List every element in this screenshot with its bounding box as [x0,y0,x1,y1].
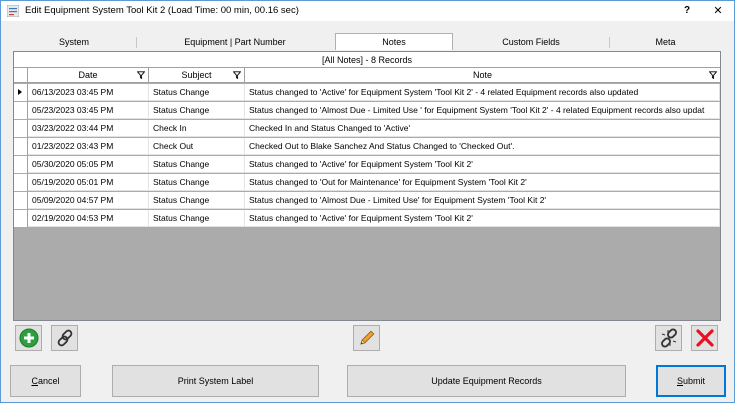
grid-caption: [All Notes] - 8 Records [14,52,720,68]
tab-notes[interactable]: Notes [335,33,453,50]
column-header-date[interactable]: Date [28,68,149,82]
edit-note-button[interactable] [353,325,380,351]
cell-subject: Check In [149,120,245,137]
row-header[interactable] [14,84,28,101]
cell-note: Status changed to 'Out for Maintenance' … [245,174,720,191]
cell-note: Status changed to 'Active' for Equipment… [245,156,720,173]
cell-date: 02/19/2020 04:53 PM [28,210,149,227]
column-header-label: Subject [181,70,212,80]
title-bar: Edit Equipment System Tool Kit 2 (Load T… [1,1,734,21]
update-equipment-records-button[interactable]: Update Equipment Records [347,365,626,397]
tab-equipment-part-number[interactable]: Equipment | Part Number [137,35,333,50]
edit-equipment-system-window: Edit Equipment System Tool Kit 2 (Load T… [0,0,735,403]
cell-subject: Status Change [149,174,245,191]
cell-subject: Status Change [149,84,245,101]
close-button[interactable]: ✕ [707,3,729,19]
tab-custom-fields[interactable]: Custom Fields [455,35,607,50]
table-row[interactable]: 05/23/2023 03:45 PM Status Change Status c… [14,102,720,119]
column-header-note[interactable]: Note [245,68,720,82]
table-row[interactable]: 03/23/2022 03:44 PM Check In Checked In an… [14,120,720,137]
cell-date: 05/30/2020 05:05 PM [28,156,149,173]
row-header[interactable] [14,102,28,119]
submit-label: ubmit [683,376,706,386]
table-row[interactable]: 05/09/2020 04:57 PM Status Change Status c… [14,192,720,209]
cell-note: Status changed to 'Almost Due - Limited … [245,102,720,119]
tab-meta[interactable]: Meta [610,35,721,50]
cancel-button[interactable]: Cancel [10,365,81,397]
delete-x-icon [695,329,714,347]
grid-header: Date Subject Note [14,68,720,83]
tab-strip: System Equipment | Part Number Notes Cus… [13,33,721,51]
cell-note: Status changed to 'Almost Due - Limited … [245,192,720,209]
cell-date: 05/23/2023 03:45 PM [28,102,149,119]
add-circle-icon [19,328,38,348]
link-icon [57,329,72,347]
pencil-icon [359,330,374,345]
column-header-subject[interactable]: Subject [149,68,245,82]
submit-button[interactable]: Submit [656,365,726,397]
table-row[interactable]: 05/19/2020 05:01 PM Status Change Status c… [14,174,720,191]
unlink-button[interactable] [655,325,682,351]
cell-subject: Status Change [149,156,245,173]
row-header[interactable] [14,174,28,191]
cell-note: Status changed to 'Active' for Equipment… [245,210,720,227]
cell-subject: Status Change [149,192,245,209]
table-row[interactable]: 02/19/2020 04:53 PM Status Change Status c… [14,210,720,227]
column-header-label: Note [472,70,492,80]
filter-icon[interactable] [709,71,717,79]
notes-grid[interactable]: [All Notes] - 8 Records Date Subject Not… [13,51,721,321]
filter-icon[interactable] [137,71,145,79]
cell-subject: Status Change [149,102,245,119]
cell-date: 05/09/2020 04:57 PM [28,192,149,209]
link-button[interactable] [51,325,78,351]
row-header[interactable] [14,120,28,137]
cancel-label: ancel [37,376,60,386]
unlink-icon [660,328,677,348]
cell-subject: Status Change [149,210,245,227]
table-row[interactable]: 05/30/2020 05:05 PM Status Change Status c… [14,156,720,173]
row-header-corner [14,68,28,82]
print-system-label-button[interactable]: Print System Label [112,365,319,397]
add-note-button[interactable] [15,325,42,351]
cell-date: 03/23/2022 03:44 PM [28,120,149,137]
row-header[interactable] [14,156,28,173]
help-button[interactable]: ? [679,3,695,19]
table-row[interactable]: 01/23/2022 03:43 PM Check Out Checked Out … [14,138,720,155]
table-row[interactable]: 06/13/2023 03:45 PM Status Change Status c… [14,84,720,101]
cell-date: 05/19/2020 05:01 PM [28,174,149,191]
cell-note: Checked In and Status Changed to 'Active… [245,120,720,137]
cell-subject: Check Out [149,138,245,155]
column-header-label: Date [78,70,98,80]
window-title: Edit Equipment System Tool Kit 2 (Load T… [25,5,299,16]
current-row-indicator-icon [18,89,22,95]
cell-date: 01/23/2022 03:43 PM [28,138,149,155]
row-header[interactable] [14,138,28,155]
cell-note: Checked Out to Blake Sanchez And Status … [245,138,720,155]
tab-system[interactable]: System [13,35,135,50]
row-header[interactable] [14,210,28,227]
row-header[interactable] [14,192,28,209]
filter-icon[interactable] [233,71,241,79]
cell-date: 06/13/2023 03:45 PM [28,84,149,101]
delete-note-button[interactable] [691,325,718,351]
app-icon [7,5,19,17]
cell-note: Status changed to 'Active' for Equipment… [245,84,720,101]
